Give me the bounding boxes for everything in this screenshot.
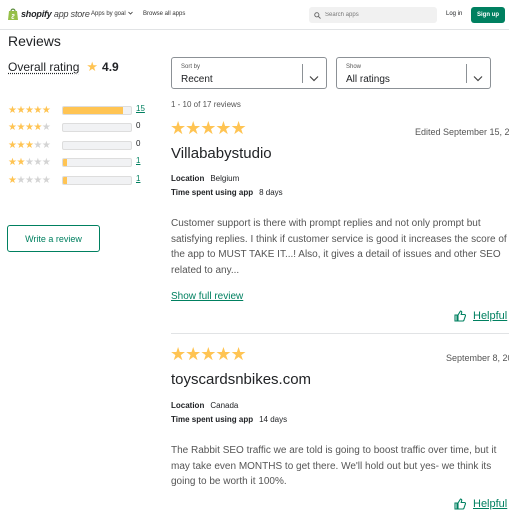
helpful-label: Helpful — [473, 310, 508, 322]
rating-count: 0 — [136, 121, 141, 130]
rating-row-stars: ★★★★★ — [8, 122, 60, 133]
show-value: All ratings — [346, 74, 390, 85]
overall-rating: Overall rating ★ 4.9 — [8, 59, 119, 75]
select-divider — [302, 64, 303, 83]
star-icon: ★ — [41, 174, 51, 186]
rating-bar — [62, 106, 132, 115]
rating-row-3-star: ★★★★★ 0 — [8, 139, 140, 151]
rating-count[interactable]: 1 — [136, 156, 140, 165]
star-icon: ★ — [33, 156, 42, 168]
review-body: The Rabbit SEO traffic we are told is go… — [171, 445, 497, 487]
rating-bar — [62, 123, 132, 132]
browse-all-apps-link[interactable]: Browse all apps — [143, 11, 185, 17]
star-icon: ★ — [41, 121, 51, 133]
logo-text: shopify app store — [21, 9, 90, 19]
rating-bar-fill — [63, 159, 68, 166]
review-date: September 8, 20 — [446, 353, 509, 363]
review-author: toyscardsnbikes.com — [171, 371, 312, 388]
logo-brand: shopify — [21, 9, 52, 19]
star-icon: ★ — [16, 174, 25, 186]
location-label: Location — [171, 401, 205, 410]
sort-by-select[interactable]: Sort by Recent — [171, 57, 327, 89]
rating-row-2-star[interactable]: ★★★★★ 1 — [8, 156, 140, 168]
sign-up-button[interactable]: Sign up — [471, 7, 505, 23]
rating-row-stars: ★★★★★ — [8, 105, 60, 116]
search-box[interactable] — [309, 7, 437, 23]
show-ratings-select[interactable]: Show All ratings — [336, 57, 491, 89]
time-spent-value: 14 days — [259, 415, 288, 424]
review-rating-stars: ★★★★★ — [170, 344, 247, 364]
review-rating-stars: ★★★★★ — [170, 118, 247, 138]
sort-by-value: Recent — [181, 74, 213, 85]
star-icon: ★ — [33, 121, 42, 133]
rating-row-1-star[interactable]: ★★★★★ 1 — [8, 174, 140, 186]
rating-row-stars: ★★★★★ — [8, 175, 60, 186]
overall-rating-value: 4.9 — [102, 60, 119, 74]
apps-by-goal-menu[interactable]: Apps by goal — [91, 11, 133, 17]
review-count-range: 1 - 10 of 17 reviews — [171, 100, 241, 109]
top-navigation: shopify app store Apps by goal Browse al… — [0, 0, 509, 30]
rating-bar-fill — [63, 107, 123, 114]
review-body: Customer support is there with prompt re… — [171, 218, 507, 276]
reviews-heading: Reviews — [8, 33, 61, 49]
shopify-app-store-logo[interactable]: shopify app store — [7, 7, 90, 21]
search-icon — [314, 6, 321, 24]
rating-bar-fill — [63, 177, 68, 184]
review-date: Edited September 15, 20 — [415, 127, 509, 137]
star-icon: ★ — [41, 156, 51, 168]
star-icon: ★ — [33, 174, 42, 186]
rating-row-stars: ★★★★★ — [8, 140, 60, 151]
time-spent-value: 8 days — [259, 188, 283, 197]
thumbs-up-icon — [454, 498, 466, 510]
rating-count: 0 — [136, 139, 141, 148]
search-input[interactable] — [325, 12, 425, 18]
select-divider — [466, 64, 467, 83]
star-icon: ★ — [33, 139, 42, 151]
show-label: Show — [346, 64, 362, 70]
rating-row-5-star[interactable]: ★★★★★ 15 — [8, 104, 145, 116]
location-value: Canada — [210, 401, 239, 410]
chevron-down-icon — [309, 69, 319, 87]
rating-bar — [62, 176, 132, 185]
rating-bar — [62, 158, 132, 167]
chevron-down-icon — [127, 11, 133, 17]
review-location: Location Canada — [171, 401, 238, 410]
location-value: Belgium — [210, 174, 240, 183]
apps-by-goal-label: Apps by goal — [91, 11, 126, 17]
time-spent-label: Time spent using app — [171, 188, 254, 197]
thumbs-up-icon — [454, 310, 466, 322]
write-a-review-button[interactable]: Write a review — [7, 225, 100, 252]
review-time-spent: Time spent using app 14 days — [171, 415, 287, 424]
header-divider — [0, 29, 509, 30]
rating-count[interactable]: 1 — [136, 174, 140, 183]
rating-bar — [62, 141, 132, 150]
star-icon: ★ — [16, 121, 25, 133]
overall-rating-label: Overall rating — [8, 60, 80, 74]
rating-count[interactable]: 15 — [136, 104, 145, 113]
logo-suffix: app store — [53, 9, 90, 19]
star-icon: ★ — [41, 139, 51, 151]
review-time-spent: Time spent using app 8 days — [171, 188, 283, 197]
helpful-label: Helpful — [473, 498, 508, 510]
star-icon: ★ — [86, 59, 99, 74]
star-icon: ★ — [41, 104, 51, 116]
review-divider — [171, 333, 509, 334]
chevron-down-icon — [473, 69, 483, 87]
helpful-button[interactable]: Helpful — [454, 498, 507, 510]
star-icon: ★ — [16, 156, 25, 168]
star-icon: ★ — [16, 139, 25, 151]
rating-row-stars: ★★★★★ — [8, 157, 60, 168]
log-in-link[interactable]: Log in — [446, 11, 462, 17]
rating-row-4-star: ★★★★★ 0 — [8, 121, 140, 133]
star-icon: ★ — [16, 104, 25, 116]
review-author: Villababystudio — [171, 145, 272, 162]
location-label: Location — [171, 174, 205, 183]
review-location: Location Belgium — [171, 174, 239, 183]
shopping-bag-icon — [7, 7, 19, 21]
sort-by-label: Sort by — [181, 64, 201, 70]
star-icon: ★ — [33, 104, 42, 116]
show-full-review-link[interactable]: Show full review — [171, 291, 243, 302]
time-spent-label: Time spent using app — [171, 415, 254, 424]
helpful-button[interactable]: Helpful — [454, 310, 507, 322]
